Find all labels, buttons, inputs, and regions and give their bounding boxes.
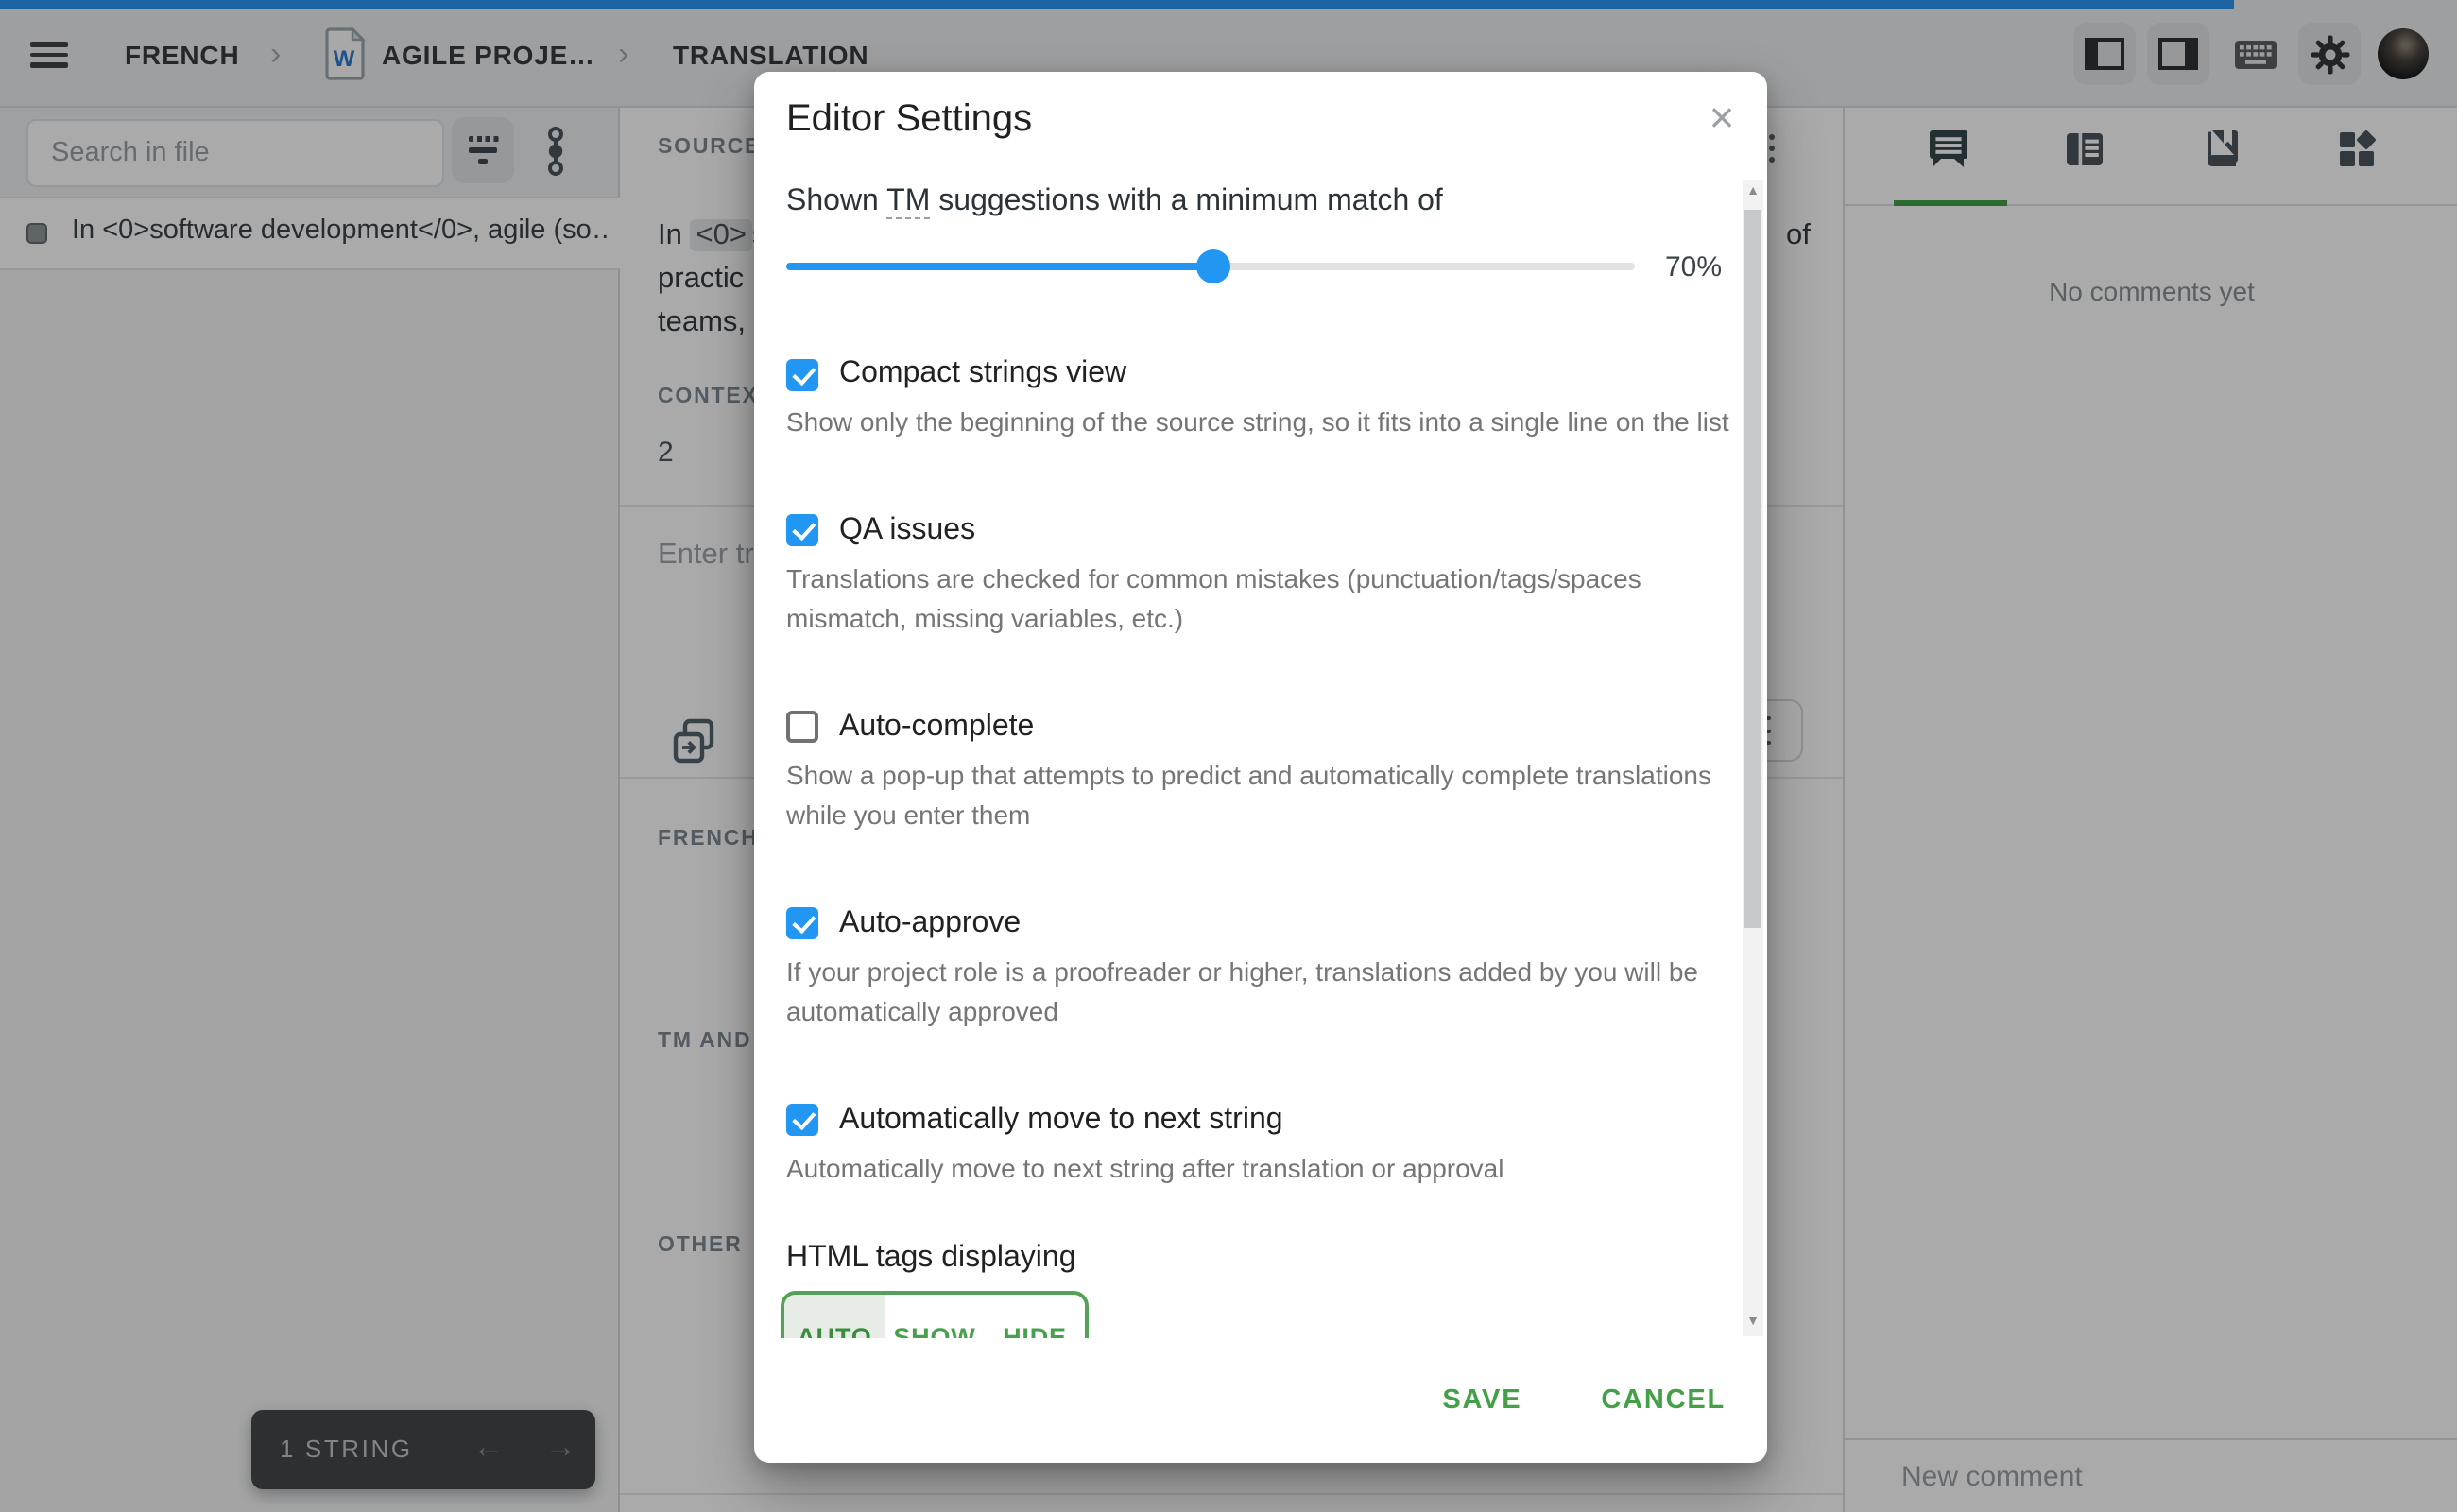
auto-complete-checkbox[interactable]	[786, 711, 818, 743]
tm-slider-row: 70%	[786, 249, 1735, 284]
auto-move-checkbox[interactable]	[786, 1104, 818, 1136]
close-icon[interactable]: ×	[1692, 87, 1752, 147]
qa-issues-checkbox[interactable]	[786, 514, 818, 546]
tm-slider-label: Shown TM suggestions with a minimum matc…	[786, 185, 1735, 219]
tm-match-slider[interactable]	[786, 249, 1635, 284]
compact-strings-checkbox[interactable]	[786, 358, 818, 390]
auto-approve-checkbox[interactable]	[786, 907, 818, 939]
setting-label: Compact strings view	[839, 357, 1126, 391]
editor-settings-dialog: Editor Settings × Shown TM suggestions w…	[754, 72, 1767, 1463]
dialog-body: Shown TM suggestions with a minimum matc…	[754, 170, 1767, 1338]
html-tags-option-show[interactable]: SHOW	[885, 1295, 985, 1338]
cancel-button[interactable]: CANCEL	[1601, 1385, 1726, 1416]
translation-editor-app: FRENCH › W AGILE PROJE… › TRANSLATION	[0, 0, 2457, 1512]
html-tags-heading: HTML tags displaying	[786, 1242, 1735, 1276]
setting-label: Automatically move to next string	[839, 1103, 1283, 1137]
setting-compact-strings: Compact strings view Show only the begin…	[786, 355, 1735, 443]
html-tags-option-hide[interactable]: HIDE	[985, 1295, 1085, 1338]
setting-auto-complete: Auto-complete Show a pop-up that attempt…	[786, 708, 1735, 836]
setting-description: If your project role is a proofreader or…	[786, 952, 1731, 1033]
setting-auto-approve: Auto-approve If your project role is a p…	[786, 904, 1735, 1033]
setting-auto-move: Automatically move to next string Automa…	[786, 1101, 1735, 1189]
setting-description: Automatically move to next string after …	[786, 1148, 1731, 1189]
setting-label: Auto-complete	[839, 710, 1034, 744]
dialog-title: Editor Settings	[786, 98, 1032, 142]
html-tags-option-auto[interactable]: AUTO	[784, 1295, 885, 1338]
dialog-scrollbar: ▲ ▼	[1743, 180, 1763, 1336]
slider-thumb[interactable]	[1196, 249, 1230, 284]
setting-qa-issues: QA issues Translations are checked for c…	[786, 511, 1735, 640]
scroll-up-icon[interactable]: ▲	[1743, 180, 1763, 206]
scroll-down-icon[interactable]: ▼	[1743, 1310, 1763, 1336]
tm-abbreviation: TM	[886, 185, 930, 219]
tm-slider-value: 70%	[1665, 250, 1722, 283]
setting-label: QA issues	[839, 513, 975, 547]
setting-label: Auto-approve	[839, 906, 1021, 940]
dialog-footer: SAVE CANCEL	[754, 1338, 1767, 1463]
setting-description: Show a pop-up that attempts to predict a…	[786, 755, 1731, 836]
setting-description: Translations are checked for common mist…	[786, 558, 1731, 640]
html-tags-segmented-control: AUTO SHOW HIDE	[781, 1291, 1089, 1338]
setting-description: Show only the beginning of the source st…	[786, 403, 1731, 443]
save-button[interactable]: SAVE	[1442, 1385, 1521, 1416]
scrollbar-thumb[interactable]	[1744, 210, 1761, 928]
slider-fill	[786, 263, 1213, 270]
